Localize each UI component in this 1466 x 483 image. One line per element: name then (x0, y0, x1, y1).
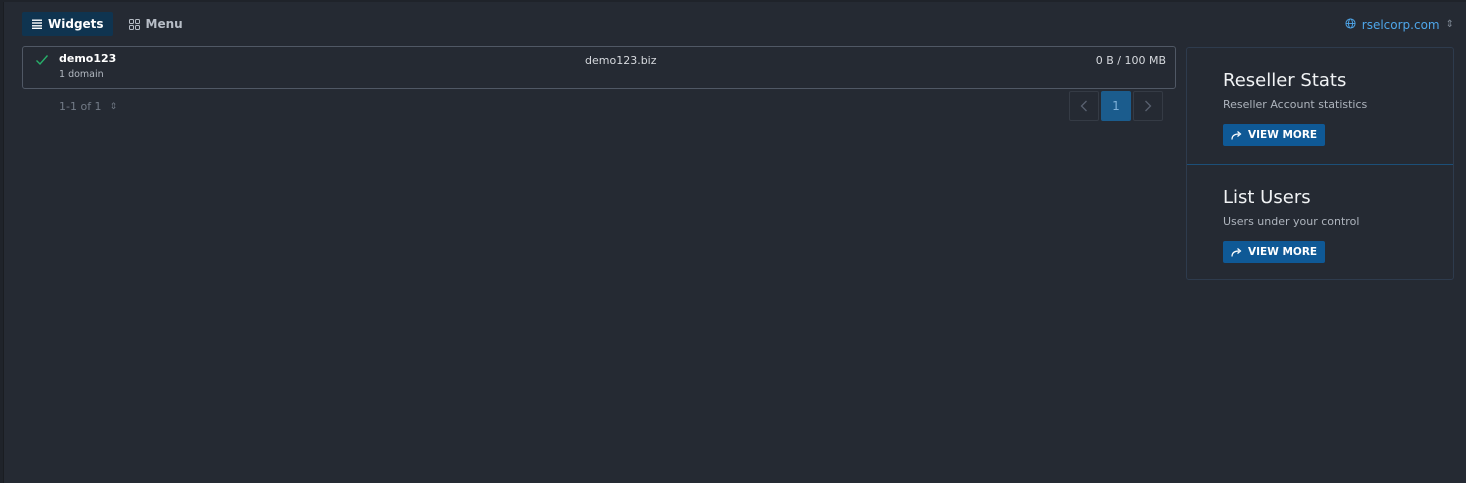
pagination-count: 1-1 of 1 (59, 100, 102, 113)
account-disk-usage: 0 B / 100 MB (1095, 54, 1166, 67)
check-icon (35, 52, 49, 71)
page-size-select[interactable]: 1-1 of 1 ⇕ (59, 100, 117, 113)
previous-page-button[interactable] (1069, 91, 1099, 121)
grid-icon (128, 18, 140, 30)
widget-title: List Users (1223, 187, 1311, 208)
chevron-updown-icon: ⇕ (109, 101, 118, 112)
view-tabs: Widgets Menu (22, 12, 192, 36)
tab-widgets[interactable]: Widgets (22, 12, 113, 36)
list-icon (32, 19, 42, 29)
account-domain-count: 1 domain (59, 69, 104, 80)
view-more-button[interactable]: VIEW MORE (1223, 124, 1326, 146)
next-page-button[interactable] (1133, 91, 1163, 121)
chevron-left-icon (1080, 100, 1087, 112)
view-more-button[interactable]: VIEW MORE (1223, 241, 1326, 263)
widget-title: Reseller Stats (1223, 70, 1347, 91)
tab-menu-label: Menu (145, 17, 183, 31)
view-more-label: VIEW MORE (1248, 246, 1318, 258)
domain-selector[interactable]: rselcorp.com ⇕ (1345, 18, 1454, 32)
chevron-right-icon (1145, 100, 1152, 112)
chevron-updown-icon: ⇕ (1445, 19, 1454, 30)
pagination: 1 (1069, 91, 1163, 121)
widget-description: Users under your control (1223, 215, 1360, 228)
share-arrow-icon (1231, 130, 1242, 140)
page: Widgets Menu rselcorp.com ⇕ demo123 1 do… (3, 2, 1466, 483)
account-domain[interactable]: demo123.biz (585, 54, 657, 67)
tab-menu[interactable]: Menu (119, 12, 192, 36)
domain-selector-value: rselcorp.com (1361, 18, 1440, 32)
share-arrow-icon (1231, 247, 1242, 257)
list-users-widget: List Users Users under your control VIEW… (1187, 165, 1453, 279)
account-name[interactable]: demo123 (59, 52, 116, 65)
tab-widgets-label: Widgets (48, 17, 104, 31)
reseller-stats-widget: Reseller Stats Reseller Account statisti… (1187, 48, 1453, 165)
widget-description: Reseller Account statistics (1223, 98, 1368, 111)
view-more-label: VIEW MORE (1248, 129, 1318, 141)
page-button-current[interactable]: 1 (1101, 91, 1131, 121)
side-panel: Reseller Stats Reseller Account statisti… (1186, 47, 1454, 280)
account-row[interactable]: demo123 1 domain demo123.biz 0 B / 100 M… (22, 46, 1176, 89)
globe-icon (1345, 18, 1356, 32)
